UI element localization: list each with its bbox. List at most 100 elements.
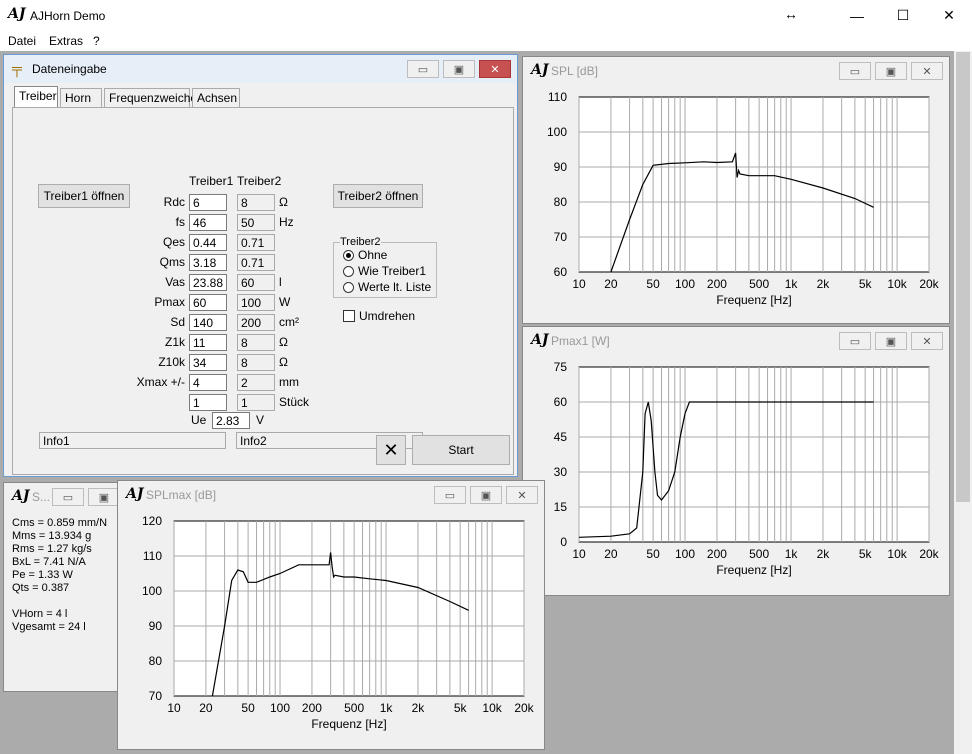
- plot-area: [578, 96, 930, 273]
- x-axis-label: Frequenz [Hz]: [311, 717, 386, 731]
- x-tick-label: 20k: [919, 277, 939, 291]
- param-label: Qes: [162, 235, 185, 249]
- umdrehen-checkbox[interactable]: Umdrehen: [343, 309, 415, 323]
- x-tick-label: 1k: [380, 701, 394, 715]
- result-line: BxL = 7.41 N/A: [12, 556, 86, 568]
- col-treiber1-header: Treiber1: [189, 174, 234, 188]
- treiber2-value-field[interactable]: 2: [237, 374, 275, 391]
- ue-field[interactable]: 2.83: [212, 412, 250, 429]
- dateneingabe-close-button[interactable]: ✕: [479, 60, 511, 78]
- spl-close-button[interactable]: ✕: [911, 62, 943, 80]
- tab-treiber[interactable]: Treiber: [14, 86, 58, 108]
- treiber2-value-field[interactable]: 8: [237, 354, 275, 371]
- y-tick-label: 0: [560, 535, 567, 549]
- close-button[interactable]: ✕: [926, 0, 972, 31]
- spl-logo-icon: AJ: [531, 62, 549, 78]
- treiber2-value-field[interactable]: 100: [237, 294, 275, 311]
- x-tick-label: 10: [167, 701, 181, 715]
- pmax-maximize-button[interactable]: ▣: [875, 332, 907, 350]
- treiber2-value-field[interactable]: 8: [237, 194, 275, 211]
- dateneingabe-minimize-button[interactable]: ▭: [407, 60, 439, 78]
- dateneingabe-maximize-button[interactable]: ▣: [443, 60, 475, 78]
- spl-maximize-button[interactable]: ▣: [875, 62, 907, 80]
- scrollbar-thumb[interactable]: [956, 52, 970, 502]
- param-unit: l: [279, 275, 282, 289]
- dateneingabe-title: Dateneingabe: [32, 62, 107, 76]
- treiber2-value-field[interactable]: 8: [237, 334, 275, 351]
- spl-titlebar[interactable]: AJ SPL [dB] ▭ ▣ ✕: [523, 57, 949, 85]
- treiber1-value-field[interactable]: 0.44: [189, 234, 227, 251]
- result-line: Cms = 0.859 mm/N: [12, 517, 108, 529]
- menu-extras[interactable]: Extras: [43, 34, 89, 48]
- app-logo-icon: AJ: [8, 6, 26, 22]
- results-minimize-button[interactable]: ▭: [52, 488, 84, 506]
- app-title: AJHorn Demo: [30, 9, 106, 23]
- treiber2-open-button[interactable]: Treiber2 öffnen: [333, 184, 423, 208]
- x-tick-label: 10k: [887, 547, 907, 561]
- x-tick-label: 200: [707, 547, 727, 561]
- ue-unit: V: [256, 413, 265, 427]
- y-tick-label: 120: [142, 514, 162, 528]
- info1-field[interactable]: Info1: [39, 432, 226, 449]
- pmax-close-button[interactable]: ✕: [911, 332, 943, 350]
- param-label: Qms: [159, 255, 185, 269]
- y-tick-label: 110: [143, 549, 162, 563]
- param-unit: mm: [279, 375, 299, 389]
- treiber1-value-field[interactable]: 34: [189, 354, 227, 371]
- treiber2-value-field[interactable]: 200: [237, 314, 275, 331]
- minimize-button[interactable]: —: [834, 0, 880, 31]
- spl-minimize-button[interactable]: ▭: [839, 62, 871, 80]
- maximize-button[interactable]: ☐: [880, 0, 926, 31]
- x-tick-label: 200: [302, 701, 322, 715]
- col-treiber2-header: Treiber2: [237, 174, 282, 188]
- splmax-minimize-button[interactable]: ▭: [434, 486, 466, 504]
- tab-horn[interactable]: Horn: [60, 88, 102, 108]
- result-line: Mms = 13.934 g: [12, 530, 92, 542]
- menu-datei[interactable]: Datei: [2, 34, 42, 48]
- treiber2-value-field[interactable]: 0.71: [237, 254, 275, 271]
- treiber1-value-field[interactable]: 140: [189, 314, 227, 331]
- treiber2-value-field[interactable]: 1: [237, 394, 275, 411]
- x-tick-label: 2k: [412, 701, 426, 715]
- treiber1-value-field[interactable]: 23.88: [189, 274, 227, 291]
- param-unit: Ω: [279, 335, 288, 349]
- tab-achsen[interactable]: Achsen: [192, 88, 240, 108]
- treiber2-value-field[interactable]: 50: [237, 214, 275, 231]
- results-maximize-button[interactable]: ▣: [88, 488, 120, 506]
- pmax-titlebar[interactable]: AJ Pmax1 [W] ▭ ▣ ✕: [523, 327, 949, 355]
- radio-werte-liste[interactable]: Werte lt. Liste: [343, 280, 431, 294]
- treiber1-value-field[interactable]: 6: [189, 194, 227, 211]
- treiber1-value-field[interactable]: 4: [189, 374, 227, 391]
- radio-wie-treiber1[interactable]: Wie Treiber1: [343, 264, 426, 278]
- menu-help[interactable]: ?: [87, 34, 106, 48]
- cancel-button[interactable]: ✕: [376, 435, 406, 465]
- app-titlebar: AJ AJHorn Demo ↔ — ☐ ✕: [0, 0, 972, 31]
- splmax-maximize-button[interactable]: ▣: [470, 486, 502, 504]
- treiber1-value-field[interactable]: 60: [189, 294, 227, 311]
- tab-frequenzweiche[interactable]: Frequenzweiche: [104, 88, 197, 108]
- radio-ohne[interactable]: Ohne: [343, 248, 387, 262]
- x-tick-label: 10: [572, 277, 586, 291]
- x-tick-label: 100: [270, 701, 290, 715]
- treiber1-value-field[interactable]: 3.18: [189, 254, 227, 271]
- x-tick-label: 100: [675, 547, 695, 561]
- checkbox-icon: [343, 310, 355, 322]
- dateneingabe-titlebar[interactable]: ╤ Dateneingabe ▭ ▣ ✕: [4, 55, 517, 83]
- plot-area: [173, 520, 525, 697]
- x-tick-label: 50: [241, 701, 255, 715]
- treiber2-value-field[interactable]: 0.71: [237, 234, 275, 251]
- param-unit: Ω: [279, 195, 288, 209]
- resize-icon: ↔: [784, 6, 798, 22]
- pmax-minimize-button[interactable]: ▭: [839, 332, 871, 350]
- splmax-close-button[interactable]: ✕: [506, 486, 538, 504]
- splmax-titlebar[interactable]: AJ SPLmax [dB] ▭ ▣ ✕: [118, 481, 544, 509]
- treiber1-value-field[interactable]: 46: [189, 214, 227, 231]
- x-tick-label: 5k: [859, 277, 873, 291]
- y-tick-label: 75: [554, 360, 568, 374]
- x-tick-label: 20: [199, 701, 213, 715]
- treiber1-value-field[interactable]: 11: [189, 334, 227, 351]
- param-unit: Hz: [279, 215, 294, 229]
- treiber1-value-field[interactable]: 1: [189, 394, 227, 411]
- treiber2-value-field[interactable]: 60: [237, 274, 275, 291]
- start-button[interactable]: Start: [412, 435, 510, 465]
